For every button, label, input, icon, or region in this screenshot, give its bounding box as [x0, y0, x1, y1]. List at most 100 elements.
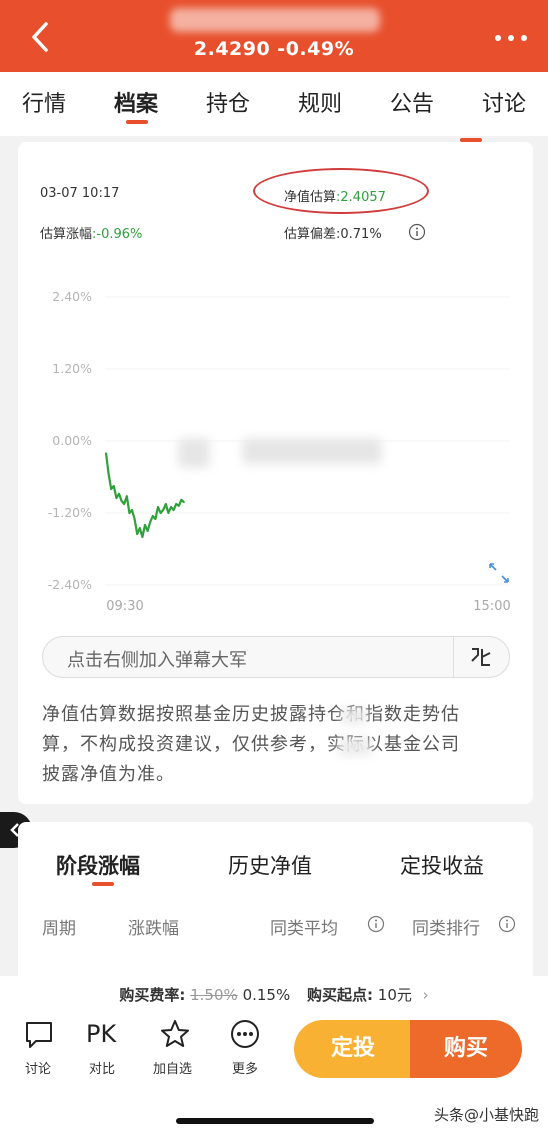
- chart-point: [136, 533, 138, 535]
- chart-point: [105, 452, 107, 454]
- chart-blurred-overlay: [178, 438, 210, 468]
- estimate-deviation: 估算偏差:0.71%: [284, 227, 382, 242]
- chart-point: [113, 485, 115, 487]
- chart-point: [131, 509, 133, 511]
- chart-x-ticks: 09:30 15:00: [106, 599, 510, 614]
- col-category-rank: 同类排行: [412, 919, 480, 939]
- estimate-change-label: 估算涨幅: [40, 227, 93, 242]
- chart-point: [120, 500, 123, 502]
- danmu-placeholder: 点击右侧加入弹幕大军: [67, 650, 247, 671]
- tab-notices[interactable]: 公告: [390, 86, 434, 118]
- disclaimer-blurred-overlay: [338, 738, 372, 756]
- home-indicator: [176, 1118, 374, 1124]
- subtab-sip-return[interactable]: 定投收益: [400, 850, 484, 880]
- min-purchase-value: 10元: [377, 986, 412, 1004]
- subtab-history-nav[interactable]: 历史净值: [228, 850, 312, 880]
- chart-point: [123, 503, 125, 505]
- buy-button[interactable]: 购买: [410, 1020, 522, 1078]
- chart-point: [144, 524, 146, 526]
- highlight-oval: [253, 168, 429, 214]
- info-icon[interactable]: [408, 223, 426, 241]
- chart-point: [167, 512, 170, 514]
- chart-point: [157, 506, 159, 508]
- chart-point: [175, 503, 177, 505]
- chart-point: [162, 509, 164, 511]
- estimate-change: 估算涨幅:-0.96%: [40, 223, 142, 242]
- chart-point: [149, 521, 151, 523]
- disclaimer-line: 披露净值为准。: [42, 764, 175, 785]
- fullscreen-icon[interactable]: [489, 563, 509, 583]
- bar-label-watchlist[interactable]: 加自选: [153, 1058, 192, 1077]
- min-purchase-label: 购买起点:: [307, 986, 373, 1004]
- col-change: 涨跌幅: [128, 919, 179, 939]
- danmu-toggle-icon[interactable]: [468, 645, 494, 669]
- chart-point: [152, 515, 154, 517]
- estimate-time: 03-07 10:17: [40, 186, 120, 201]
- bar-label-compare[interactable]: 对比: [89, 1058, 115, 1077]
- col-category-avg: 同类平均: [270, 919, 338, 939]
- top-tabs: 行情 档案 持仓 规则 公告 讨论: [0, 72, 548, 142]
- performance-card: [18, 822, 533, 982]
- watermark-text: 头条@小基快跑: [434, 1106, 540, 1124]
- chart-point: [118, 493, 120, 495]
- chevron-right-icon: ›: [422, 986, 429, 1004]
- disclaimer-line: 算，不构成投资建议，仅供参考，实际以基金公司: [42, 734, 460, 755]
- disclaimer-blurred-overlay: [340, 708, 368, 724]
- more-icon[interactable]: [230, 1019, 260, 1049]
- disclaimer-text: 净值估算数据按照基金历史披露持仓和指数走势估 算，不构成投资建议，仅供参考，实际…: [42, 700, 504, 790]
- subtab-underline: [92, 882, 114, 886]
- chart-point: [159, 512, 162, 514]
- header-price-change: 2.4290 -0.49%: [193, 38, 355, 60]
- chart-y-tick-label: 1.20%: [52, 361, 92, 376]
- chart-point: [154, 518, 157, 520]
- fund-name-blurred: [170, 8, 380, 32]
- tab-holdings[interactable]: 持仓: [206, 86, 250, 118]
- tab-rules[interactable]: 规则: [298, 86, 342, 118]
- fee-original: 1.50%: [190, 986, 238, 1004]
- chart-point: [133, 518, 136, 520]
- tab-profile[interactable]: 档案: [114, 86, 158, 118]
- chart-point: [172, 509, 175, 511]
- chart-blurred-overlay: [242, 438, 382, 464]
- chart-point: [139, 527, 141, 529]
- chart-point: [126, 495, 128, 497]
- tab-discussion[interactable]: 讨论: [482, 86, 526, 118]
- chart-y-tick-label: 2.40%: [52, 289, 92, 304]
- bar-label-more[interactable]: 更多: [232, 1058, 258, 1077]
- chart-x-tick-label: 09:30: [106, 599, 143, 614]
- pk-icon[interactable]: PK: [86, 1020, 116, 1048]
- comment-icon[interactable]: [24, 1020, 54, 1050]
- chart-point: [146, 530, 149, 532]
- estimate-change-value: :-0.96%: [92, 227, 143, 242]
- chart-x-tick-label: 15:00: [473, 599, 510, 614]
- fee-row[interactable]: 购买费率: 1.50% 0.15% 购买起点: 10元 ›: [0, 984, 548, 1005]
- more-dots-icon[interactable]: [493, 28, 529, 48]
- tab-profile-underline: [126, 120, 148, 124]
- chart-y-ticks: 2.40% 1.20% 0.00% -1.20% -2.40%: [48, 289, 92, 592]
- info-icon[interactable]: [498, 915, 516, 933]
- chart-point: [107, 473, 110, 475]
- chart-y-tick-label: -1.20%: [48, 505, 92, 520]
- chart-point: [178, 505, 180, 507]
- chart-point: [183, 501, 185, 503]
- chart-point: [180, 499, 183, 501]
- info-icon[interactable]: [367, 915, 385, 933]
- chart-point: [141, 536, 144, 538]
- chart-point: [170, 506, 172, 508]
- bar-label-discuss[interactable]: 讨论: [25, 1058, 51, 1077]
- danmu-divider: [453, 637, 454, 677]
- tab-market[interactable]: 行情: [22, 86, 66, 118]
- subtab-stage-return[interactable]: 阶段涨幅: [56, 850, 140, 880]
- col-period: 周期: [42, 919, 76, 939]
- star-icon[interactable]: [159, 1018, 191, 1050]
- chart-point: [128, 512, 131, 514]
- chart-y-tick-label: 0.00%: [52, 433, 92, 448]
- disclaimer-line: 净值估算数据按照基金历史披露持仓和指数走势估: [42, 704, 460, 725]
- sip-button[interactable]: 定投: [294, 1020, 412, 1078]
- danmu-bar[interactable]: 点击右侧加入弹幕大军: [42, 636, 510, 678]
- chart-point: [115, 497, 118, 499]
- header-bar: 2.4290 -0.49%: [0, 0, 548, 72]
- fee-label: 购买费率:: [119, 986, 186, 1004]
- chart-y-tick-label: -2.40%: [48, 577, 92, 592]
- chart-point: [110, 488, 112, 490]
